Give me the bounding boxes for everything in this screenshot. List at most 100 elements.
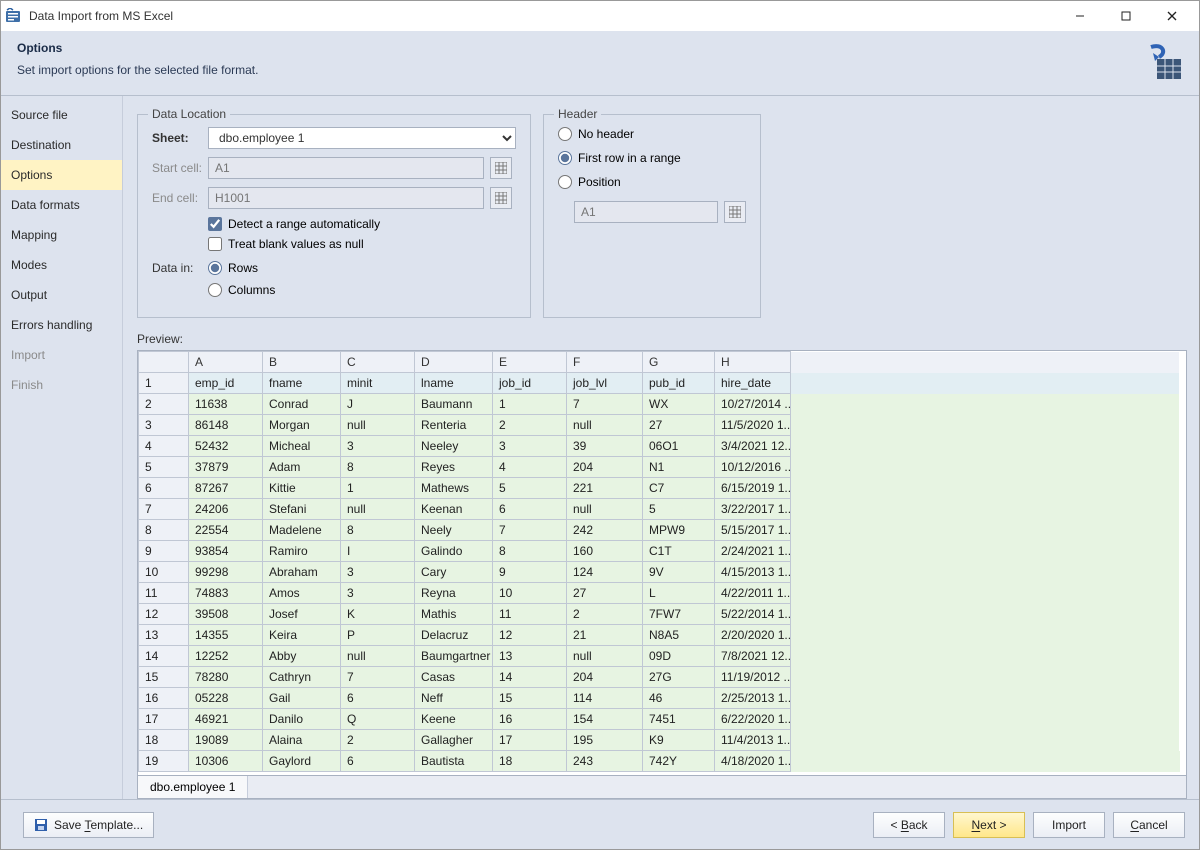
cell[interactable]: 19089 xyxy=(189,730,263,751)
maximize-button[interactable] xyxy=(1103,1,1149,31)
cell[interactable]: Cathryn xyxy=(263,667,341,688)
cell[interactable]: 204 xyxy=(567,457,643,478)
cell[interactable]: Bautista xyxy=(415,751,493,772)
save-template-button[interactable]: Save Template... xyxy=(23,812,154,838)
cell[interactable]: 10 xyxy=(493,583,567,604)
cell[interactable]: 1 xyxy=(341,478,415,499)
row-number[interactable]: 17 xyxy=(139,709,189,730)
cell[interactable]: 11/4/2013 1... xyxy=(715,730,791,751)
cell[interactable]: 05228 xyxy=(189,688,263,709)
table-row[interactable]: 1910306Gaylord6Bautista18243742Y4/18/202… xyxy=(139,751,1180,772)
cell[interactable]: 2/25/2013 1... xyxy=(715,688,791,709)
row-number[interactable]: 3 xyxy=(139,415,189,436)
row-number[interactable]: 18 xyxy=(139,730,189,751)
row-number[interactable]: 4 xyxy=(139,436,189,457)
detect-range-checkbox[interactable] xyxy=(208,217,222,231)
cell[interactable]: 6 xyxy=(341,751,415,772)
cell[interactable]: 7 xyxy=(567,394,643,415)
close-button[interactable] xyxy=(1149,1,1195,31)
cell[interactable]: null xyxy=(567,499,643,520)
cell[interactable]: 7FW7 xyxy=(643,604,715,625)
cell[interactable]: 6 xyxy=(493,499,567,520)
cell[interactable]: 11/19/2012 ... xyxy=(715,667,791,688)
cell[interactable]: WX xyxy=(643,394,715,415)
cell[interactable]: C7 xyxy=(643,478,715,499)
cell[interactable]: 7/8/2021 12... xyxy=(715,646,791,667)
next-button[interactable]: Next > xyxy=(953,812,1025,838)
cell[interactable]: Keene xyxy=(415,709,493,730)
cell[interactable]: Morgan xyxy=(263,415,341,436)
cell[interactable]: 27 xyxy=(643,415,715,436)
cell[interactable]: job_lvl xyxy=(567,373,643,394)
cell[interactable]: 93854 xyxy=(189,541,263,562)
cell[interactable]: 5/15/2017 1... xyxy=(715,520,791,541)
sidebar-item-destination[interactable]: Destination xyxy=(1,130,122,160)
cell[interactable]: fname xyxy=(263,373,341,394)
cell[interactable]: 13 xyxy=(493,646,567,667)
col-header[interactable]: F xyxy=(567,352,643,373)
table-row[interactable]: 1174883Amos3Reyna1027L4/22/2011 1... xyxy=(139,583,1180,604)
start-cell-pick-icon[interactable] xyxy=(490,157,512,179)
sheet-tab[interactable]: dbo.employee 1 xyxy=(138,776,248,798)
cell[interactable]: Cary xyxy=(415,562,493,583)
minimize-button[interactable] xyxy=(1057,1,1103,31)
cell[interactable]: 46 xyxy=(643,688,715,709)
cell[interactable]: 2 xyxy=(493,415,567,436)
cell[interactable]: Micheal xyxy=(263,436,341,457)
cell[interactable]: Delacruz xyxy=(415,625,493,646)
row-number[interactable]: 15 xyxy=(139,667,189,688)
cell[interactable]: hire_date xyxy=(715,373,791,394)
cell[interactable]: Kittie xyxy=(263,478,341,499)
row-number[interactable]: 1 xyxy=(139,373,189,394)
table-row[interactable]: 1099298Abraham3Cary91249V4/15/2013 1... xyxy=(139,562,1180,583)
first-row-radio[interactable] xyxy=(558,151,572,165)
cell[interactable]: 1 xyxy=(493,394,567,415)
col-header[interactable]: A xyxy=(189,352,263,373)
cell[interactable]: 3 xyxy=(341,583,415,604)
cell[interactable]: Josef xyxy=(263,604,341,625)
cell[interactable]: 6/15/2019 1... xyxy=(715,478,791,499)
cell[interactable]: Baumgartner xyxy=(415,646,493,667)
cell[interactable]: 39 xyxy=(567,436,643,457)
cell[interactable]: 17 xyxy=(493,730,567,751)
cell[interactable]: 09D xyxy=(643,646,715,667)
cell[interactable]: Gaylord xyxy=(263,751,341,772)
no-header-radio[interactable] xyxy=(558,127,572,141)
cell[interactable]: 6/22/2020 1... xyxy=(715,709,791,730)
cell[interactable]: Gallagher xyxy=(415,730,493,751)
cell[interactable]: 24206 xyxy=(189,499,263,520)
cell[interactable]: Stefani xyxy=(263,499,341,520)
cell[interactable]: Mathews xyxy=(415,478,493,499)
cell[interactable]: 204 xyxy=(567,667,643,688)
cell[interactable]: minit xyxy=(341,373,415,394)
cell[interactable]: 154 xyxy=(567,709,643,730)
cell[interactable]: 160 xyxy=(567,541,643,562)
cell[interactable]: N8A5 xyxy=(643,625,715,646)
cell[interactable]: Madelene xyxy=(263,520,341,541)
cell[interactable]: Renteria xyxy=(415,415,493,436)
row-number[interactable]: 5 xyxy=(139,457,189,478)
col-header[interactable]: E xyxy=(493,352,567,373)
cell[interactable]: 2/20/2020 1... xyxy=(715,625,791,646)
cell[interactable]: Galindo xyxy=(415,541,493,562)
preview-grid[interactable]: A B C D E F G H 1emp_idfnamemin xyxy=(137,350,1187,776)
cell[interactable]: 7 xyxy=(493,520,567,541)
cell[interactable]: MPW9 xyxy=(643,520,715,541)
cell[interactable]: 11/5/2020 1... xyxy=(715,415,791,436)
position-pick-icon[interactable] xyxy=(724,201,746,223)
row-number[interactable]: 16 xyxy=(139,688,189,709)
cell[interactable]: 78280 xyxy=(189,667,263,688)
cell[interactable]: 3 xyxy=(341,562,415,583)
cell[interactable]: Amos xyxy=(263,583,341,604)
cell[interactable]: 2 xyxy=(567,604,643,625)
cell[interactable]: Reyna xyxy=(415,583,493,604)
cell[interactable]: 114 xyxy=(567,688,643,709)
cell[interactable]: 7 xyxy=(341,667,415,688)
import-button[interactable]: Import xyxy=(1033,812,1105,838)
col-header[interactable]: G xyxy=(643,352,715,373)
cell[interactable]: Neeley xyxy=(415,436,493,457)
row-number[interactable]: 14 xyxy=(139,646,189,667)
cell[interactable]: P xyxy=(341,625,415,646)
cell[interactable]: 86148 xyxy=(189,415,263,436)
table-row[interactable]: 1605228Gail6Neff15114462/25/2013 1... xyxy=(139,688,1180,709)
